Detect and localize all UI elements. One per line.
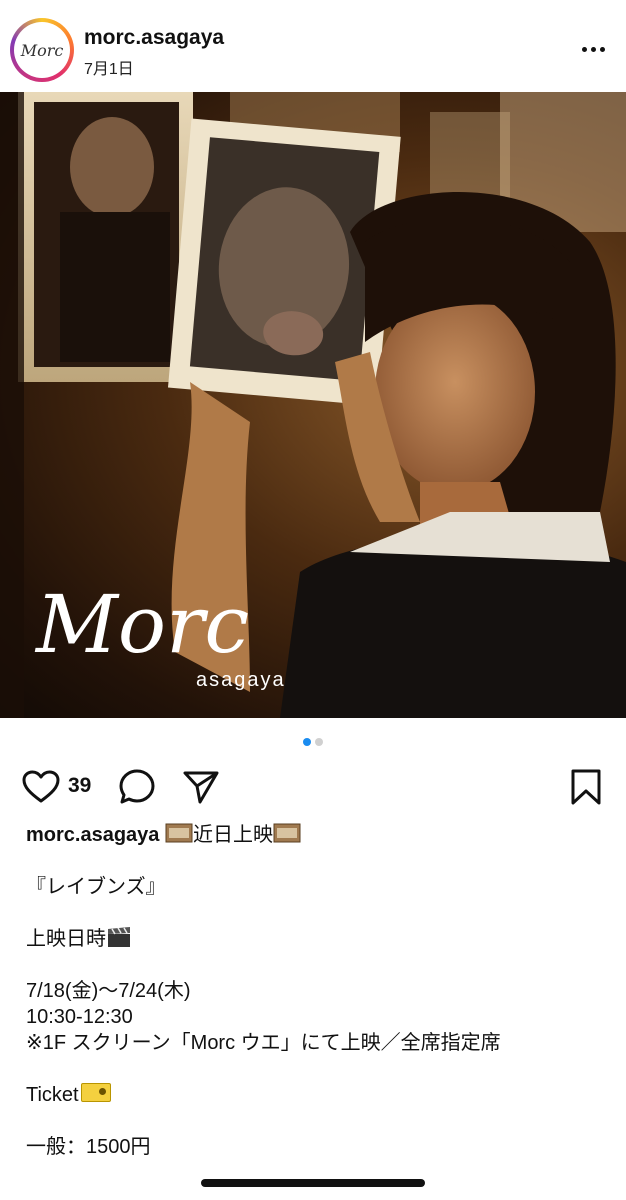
caption-dates: 7/18(金)～7/24(木): [26, 980, 191, 1002]
portrait-body: [60, 212, 170, 362]
caption-time: 10:30-12:30: [26, 1006, 133, 1028]
avatar-logo-text: Morc: [20, 40, 64, 60]
caption-price: 一般：1500円: [26, 1136, 151, 1158]
post-header: Morc morc.asagaya 7月1日: [0, 0, 626, 92]
caption-headline: 近日上映: [192, 824, 273, 846]
heart-icon[interactable]: [22, 770, 60, 804]
avatar-inner: Morc: [14, 22, 70, 78]
caption-username[interactable]: morc.asagaya: [26, 824, 159, 846]
caption-note: ※1F スクリーン「Morc ウエ」にて上映／全席指定席: [26, 1032, 501, 1054]
more-dot-icon: [581, 46, 587, 52]
more-options-button[interactable]: [578, 34, 608, 64]
post-date: 7月1日: [84, 61, 134, 78]
caption-first-line: morc.asagaya 近日上映: [26, 822, 606, 848]
post-photo-illustration: Morc asagaya: [0, 92, 626, 718]
carousel-dot: [315, 738, 323, 746]
avatar[interactable]: Morc: [10, 18, 74, 82]
carousel-indicator: [0, 738, 626, 746]
woman-dress: [280, 536, 626, 718]
ticket-icon: [80, 1083, 111, 1102]
caption-ticket-line: Ticket: [26, 1082, 606, 1108]
film-reel-icon: [165, 823, 193, 843]
photo-logo-text: Morc: [34, 578, 249, 671]
caption-schedule-line: 上映日時: [26, 926, 606, 952]
post-caption: morc.asagaya 近日上映 『レイブンズ』 上映日時 7/18(金)～7…: [26, 822, 606, 1160]
photo-logo-subtext: asagaya: [196, 669, 286, 691]
caption-ticket-label: Ticket: [26, 1084, 79, 1106]
bookmark-icon[interactable]: [570, 768, 602, 806]
like-count[interactable]: 39: [68, 774, 91, 798]
shadow-edge: [0, 92, 24, 718]
username[interactable]: morc.asagaya: [84, 26, 224, 50]
carousel-dot-active: [303, 738, 311, 746]
post-actions-bar: 39: [0, 762, 626, 810]
film-reel-icon: [273, 823, 301, 843]
more-dot-icon: [590, 46, 596, 52]
post-image[interactable]: Morc asagaya: [0, 92, 626, 718]
more-dot-icon: [599, 46, 605, 52]
comment-icon[interactable]: [118, 768, 156, 806]
clapperboard-icon: [108, 927, 130, 947]
home-indicator[interactable]: [201, 1179, 425, 1187]
caption-title: 『レイブンズ』: [26, 876, 166, 898]
share-icon[interactable]: [182, 768, 220, 806]
portrait-face: [70, 117, 154, 217]
caption-schedule-label: 上映日時: [26, 928, 106, 950]
